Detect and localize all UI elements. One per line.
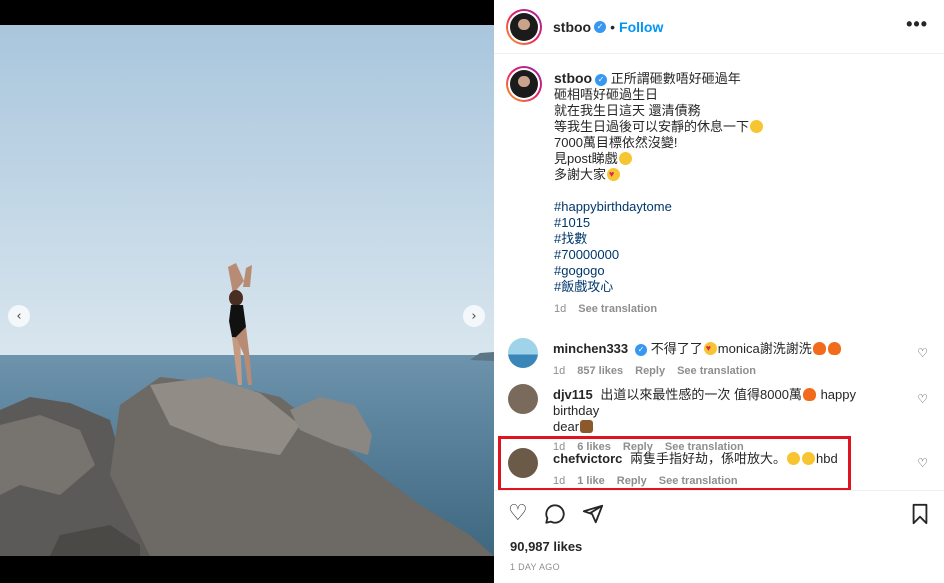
caption-line: 等我生日過後可以安靜的休息一下	[554, 119, 750, 134]
comment-text: dear	[553, 419, 580, 434]
caption-line: 正所謂砸數唔好砸過年	[610, 71, 741, 86]
see-translation-link[interactable]: See translation	[578, 303, 657, 315]
caption-username[interactable]: stboo	[554, 70, 592, 86]
see-translation-link[interactable]: See translation	[677, 365, 756, 377]
fire-emoji-icon	[827, 342, 841, 355]
post-actions: ♡ 90,987 likes 1 DAY AGO	[494, 490, 944, 583]
love-emoji-icon	[607, 166, 621, 182]
caption-line: 7000萬目標依然沒變!	[554, 135, 678, 150]
reply-button[interactable]: Reply	[635, 365, 665, 377]
sunglasses-emoji-icon	[618, 152, 632, 165]
hashtag-link[interactable]: #1015	[554, 215, 914, 231]
comment-icon[interactable]	[544, 503, 566, 525]
heart-eyes-emoji-icon	[703, 340, 717, 356]
previous-slide-button[interactable]: ‹	[8, 305, 30, 327]
comment-text: 出道以來最性感的一次 值得8000萬	[600, 387, 802, 402]
comment-text: 不得了了	[650, 341, 703, 356]
caption-line: 多謝大家	[554, 167, 607, 182]
more-options-icon[interactable]: •••	[906, 14, 928, 35]
highlight-box	[498, 436, 851, 491]
like-comment-heart-icon[interactable]: ♡	[917, 346, 928, 360]
share-icon[interactable]	[582, 503, 604, 525]
heart-icon[interactable]: ♡	[508, 501, 528, 526]
commenter-username[interactable]: minchen333	[553, 341, 628, 356]
hashtag-link[interactable]: #gogogo	[554, 263, 914, 279]
hashtag-link[interactable]: #happybirthdaytome	[554, 199, 914, 215]
bookmark-icon[interactable]	[910, 503, 930, 525]
hashtag-link[interactable]: #找數	[554, 231, 914, 247]
next-slide-button[interactable]: ›	[463, 305, 485, 327]
post-side-panel: stboo ✓ • Follow ••• stboo ✓ 正所謂砸數唔好砸過年 砸…	[494, 0, 944, 583]
caption-body: stboo ✓ 正所謂砸數唔好砸過年 砸相唔好砸過生日 就在我生日這天 還清債務 …	[554, 70, 914, 317]
post-time-ago: 1 DAY AGO	[510, 562, 560, 572]
follow-button[interactable]: Follow	[619, 19, 663, 35]
comment-time: 1d	[553, 365, 566, 377]
fire-emoji-icon	[802, 388, 816, 401]
author-username[interactable]: stboo	[553, 19, 591, 35]
verified-badge-icon: ✓	[635, 344, 648, 356]
hashtag-link[interactable]: #70000000	[554, 247, 914, 263]
verified-badge-icon: ✓	[595, 74, 608, 86]
comment-likes[interactable]: 857 likes	[577, 365, 623, 377]
caption-line: 就在我生日這天 還清債務	[554, 103, 701, 118]
caption-line: 砸相唔好砸過生日	[554, 87, 659, 102]
cake-emoji-icon	[580, 420, 594, 433]
likes-count[interactable]: 90,987 likes	[510, 539, 582, 554]
caption-meta: 1d See translation	[554, 301, 914, 317]
commenter-avatar[interactable]	[508, 338, 538, 368]
grin-emoji-icon	[750, 120, 764, 133]
verified-badge-icon: ✓	[594, 20, 607, 33]
like-comment-heart-icon[interactable]: ♡	[917, 456, 928, 470]
caption-line: 見post睇戲	[554, 151, 618, 166]
instagram-post-window: ‹ › stboo ✓ • Follow ••• stboo ✓ 正所謂砸數唔好…	[0, 0, 944, 583]
caption-time: 1d	[554, 303, 567, 315]
caption-author-avatar[interactable]	[506, 66, 542, 102]
commenter-username[interactable]: djv115	[553, 387, 593, 402]
like-comment-heart-icon[interactable]: ♡	[917, 392, 928, 406]
post-media[interactable]: ‹ ›	[0, 25, 494, 556]
author-avatar[interactable]	[506, 8, 542, 45]
post-header: stboo ✓ • Follow •••	[494, 0, 944, 54]
hashtag-link[interactable]: #飯戲攻心	[554, 279, 914, 295]
fire-emoji-icon	[812, 342, 826, 355]
commenter-avatar[interactable]	[508, 384, 538, 414]
separator-dot: •	[610, 18, 616, 35]
beach-photo	[0, 25, 494, 556]
comment-text: monica謝洗謝洗	[717, 341, 812, 356]
